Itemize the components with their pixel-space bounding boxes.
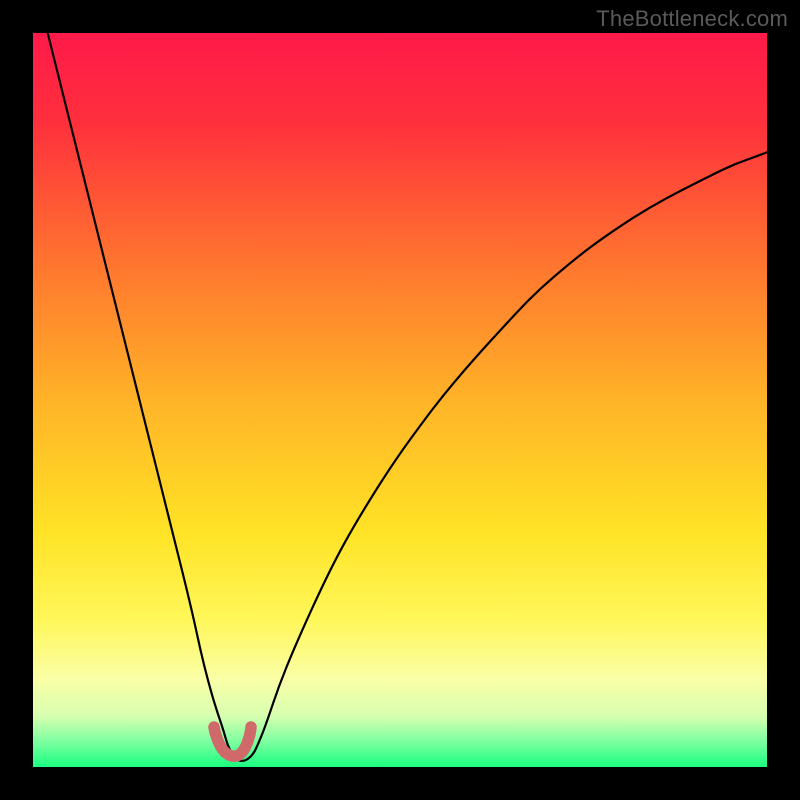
watermark-text: TheBottleneck.com: [596, 6, 788, 32]
plot-area: [33, 33, 767, 767]
trough-marker: [214, 727, 251, 756]
bottleneck-curve: [48, 33, 767, 761]
chart-frame: TheBottleneck.com: [0, 0, 800, 800]
chart-svg: [33, 33, 767, 767]
